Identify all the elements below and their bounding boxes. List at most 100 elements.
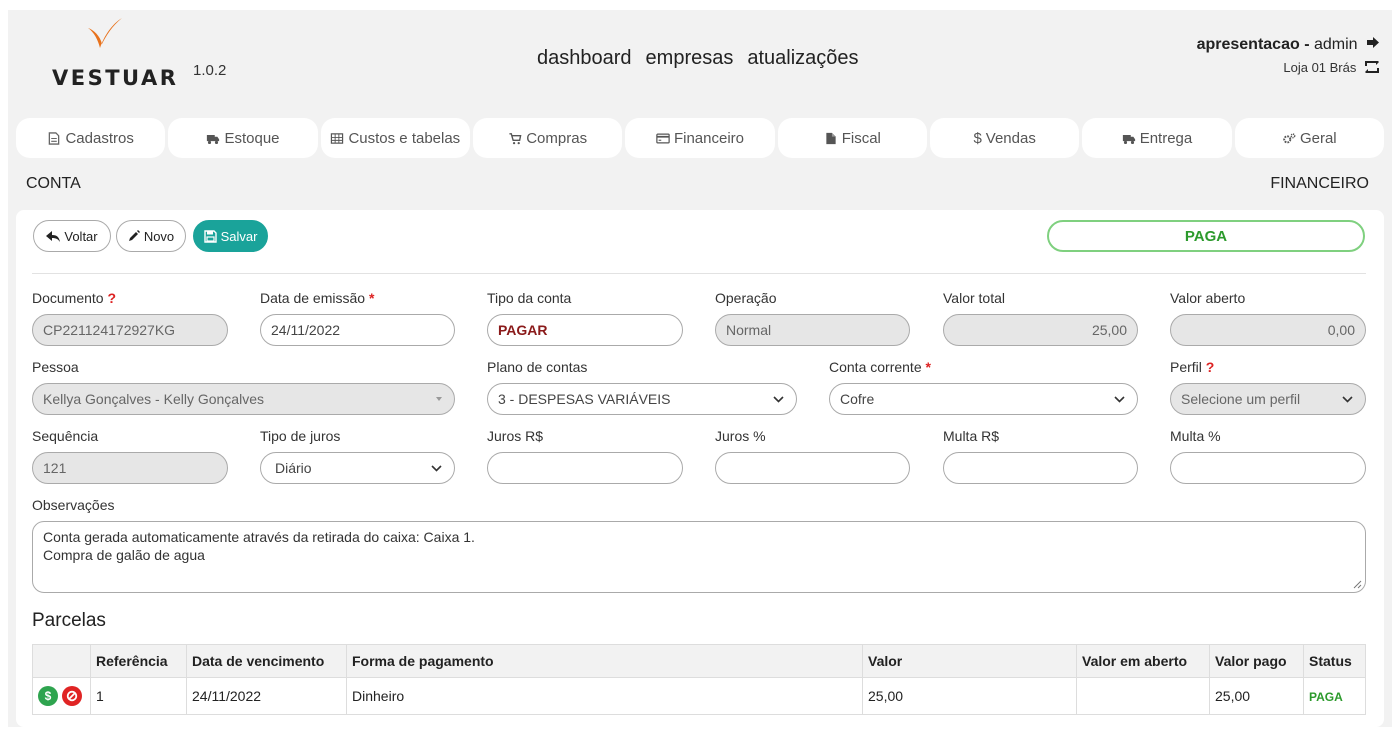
module-estoque[interactable]: Estoque — [168, 118, 318, 158]
multa-pct-label: Multa % — [1170, 428, 1221, 444]
row-actions: $ — [32, 677, 91, 715]
store-name: Loja 01 Brás — [1283, 60, 1357, 76]
module-geral[interactable]: Geral — [1234, 118, 1384, 158]
truck-icon — [1122, 134, 1135, 144]
help-mark[interactable]: ? — [107, 290, 116, 306]
module-custos-tabelas[interactable]: Custos e tabelas — [320, 118, 470, 158]
new-button[interactable]: Novo — [116, 220, 186, 252]
save-label: Salvar — [220, 228, 258, 244]
juros-pct-label: Juros % — [715, 428, 766, 444]
sequencia-field[interactable]: 121 — [32, 452, 228, 484]
module-cadastros[interactable]: Cadastros — [16, 118, 166, 158]
module-label: Fiscal — [841, 129, 881, 147]
required-mark: * — [368, 290, 375, 306]
data-emissao-label: Data de emissão * — [260, 290, 375, 306]
plano-contas-select[interactable]: 3 - DESPESAS VARIÁVEIS — [487, 383, 797, 415]
plano-contas-label: Plano de contas — [487, 359, 588, 375]
data-emissao-field[interactable]: 24/11/2022 — [260, 314, 455, 346]
col-status: Status — [1303, 644, 1366, 678]
save-button[interactable]: Salvar — [193, 220, 268, 252]
table-icon — [331, 132, 344, 144]
valor-aberto-field[interactable]: 0,00 — [1170, 314, 1366, 346]
back-button[interactable]: Voltar — [33, 220, 111, 252]
documento-field[interactable]: CP221124172927KG — [32, 314, 228, 346]
operacao-label: Operação — [715, 290, 777, 306]
module-label: Cadastros — [65, 129, 134, 147]
cart-icon — [509, 132, 522, 144]
gears-icon — [1283, 132, 1296, 143]
documento-label: Documento ? — [32, 290, 117, 306]
required-mark: * — [925, 359, 931, 375]
module-fiscal[interactable]: Fiscal — [777, 118, 927, 158]
nav-atualizacoes[interactable]: atualizações — [747, 47, 858, 70]
module-compras[interactable]: Compras — [472, 118, 623, 158]
chevron-down-icon — [773, 396, 784, 403]
user-separator: - — [1299, 36, 1314, 54]
nav-dashboard[interactable]: dashboard — [537, 47, 632, 70]
status-badge: PAGA — [1309, 690, 1343, 704]
switch-store-icon[interactable] — [1364, 59, 1380, 76]
chevron-down-icon — [1342, 396, 1353, 403]
module-entrega[interactable]: Entrega — [1082, 118, 1232, 158]
cell-valor-aberto — [1076, 677, 1210, 715]
sequencia-label: Sequência — [32, 428, 99, 444]
user-login: apresentacao — [1196, 36, 1300, 54]
document-icon — [49, 131, 60, 145]
col-actions — [32, 644, 91, 678]
resize-grip-icon[interactable] — [1353, 580, 1362, 589]
observacoes-textarea[interactable]: Conta gerada automaticamente através da … — [32, 521, 1366, 593]
table-row: $ 1 24/11/2022 Dinheiro 25,00 25,00 PAGA — [32, 677, 1366, 715]
valor-aberto-label: Valor aberto — [1170, 290, 1246, 306]
module-menu: Cadastros Estoque Custos e tabelas Compr… — [16, 118, 1384, 158]
tipo-juros-value: Diário — [275, 460, 312, 476]
reply-icon — [46, 230, 61, 242]
parcelas-table: Referência Data de vencimento Forma de p… — [32, 644, 1366, 715]
valor-total-field[interactable]: 25,00 — [943, 314, 1138, 346]
module-financeiro[interactable]: Financeiro — [625, 118, 775, 158]
multa-pct-field[interactable] — [1170, 452, 1366, 484]
col-forma: Forma de pagamento — [346, 644, 863, 678]
module-label: Geral — [1299, 129, 1337, 147]
cell-valor: 25,00 — [862, 677, 1077, 715]
tipo-juros-select[interactable]: Diário — [260, 452, 455, 484]
nav-empresas[interactable]: empresas — [646, 47, 734, 70]
perfil-label: Perfil ? — [1170, 359, 1215, 375]
brand-logo[interactable]: VESTUAR — [52, 18, 182, 90]
top-navigation: dashboard empresas atualizações — [537, 47, 859, 70]
multa-rs-label: Multa R$ — [943, 428, 1000, 444]
observacoes-label: Observações — [32, 497, 115, 513]
new-label: Novo — [143, 228, 175, 244]
operacao-field[interactable]: Normal — [715, 314, 910, 346]
col-valor-aberto: Valor em aberto — [1076, 644, 1210, 678]
floppy-disk-icon — [203, 229, 217, 243]
cancel-ban-icon[interactable] — [62, 686, 82, 706]
juros-rs-field[interactable] — [487, 452, 683, 484]
col-valor-pago: Valor pago — [1209, 644, 1304, 678]
valor-total-label: Valor total — [943, 290, 1005, 306]
chevron-down-icon — [1114, 396, 1125, 403]
module-label: Entrega — [1139, 129, 1193, 147]
user-box: apresentacao - admin Loja 01 Brás — [1197, 36, 1380, 76]
logout-icon[interactable] — [1366, 36, 1380, 54]
pay-dollar-icon[interactable]: $ — [38, 686, 58, 706]
col-valor: Valor — [862, 644, 1077, 678]
tipo-juros-label: Tipo de juros — [260, 428, 341, 444]
perfil-value: Selecione um perfil — [1181, 391, 1301, 407]
pessoa-select[interactable]: Kellya Gonçalves - Kelly Gonçalves — [32, 383, 455, 415]
brand-mark-icon — [88, 18, 122, 48]
multa-rs-field[interactable] — [943, 452, 1138, 484]
perfil-select[interactable]: Selecione um perfil — [1170, 383, 1366, 415]
juros-pct-field[interactable] — [715, 452, 910, 484]
tipo-conta-field[interactable]: PAGAR — [487, 314, 683, 346]
cell-vencimento: 24/11/2022 — [186, 677, 347, 715]
cell-forma: Dinheiro — [346, 677, 863, 715]
conta-corrente-select[interactable]: Cofre — [829, 383, 1138, 415]
conta-corrente-label: Conta corrente * — [829, 359, 931, 375]
account-form-card: Voltar Novo Salvar PAGA Documento ? CP22… — [16, 210, 1384, 727]
chevron-down-icon — [431, 465, 442, 472]
tipo-conta-value: PAGAR — [498, 322, 548, 338]
help-mark[interactable]: ? — [1206, 359, 1215, 375]
credit-card-icon — [656, 133, 670, 143]
col-vencimento: Data de vencimento — [186, 644, 347, 678]
module-vendas[interactable]: $ Vendas — [929, 118, 1080, 158]
